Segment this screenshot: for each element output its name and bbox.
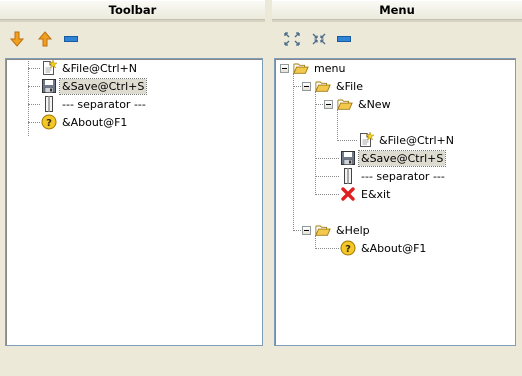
tree-node-label: &File	[336, 79, 363, 93]
tree-line	[28, 86, 40, 87]
tree-node-label: menu	[314, 61, 346, 75]
menu-panel-title: Menu	[272, 0, 522, 22]
tree-line	[315, 104, 323, 105]
tree-line	[315, 158, 339, 159]
tree-line	[28, 68, 40, 69]
menu-panel-tools	[272, 30, 522, 50]
tree-line	[293, 86, 301, 87]
floppy-disk-icon	[340, 150, 356, 166]
toolbar-item-save[interactable]: &Save@Ctrl+S	[41, 77, 148, 95]
tree-line	[293, 230, 301, 231]
tree-line	[315, 248, 339, 249]
new-file-icon	[41, 60, 57, 76]
toolbar-panel-title: Toolbar	[0, 0, 265, 22]
exit-icon	[340, 186, 356, 202]
tree-node-label: &Save@Ctrl+S	[357, 149, 447, 167]
tree-node-new-file[interactable]: &File@Ctrl+N	[358, 131, 456, 149]
remove-button[interactable]	[335, 30, 353, 48]
collapse-all-button[interactable]	[310, 30, 328, 48]
toolbar-tree[interactable]: &File@Ctrl+N &Save@Ctrl+S --- separator …	[5, 58, 263, 346]
collapse-toggle[interactable]	[302, 82, 311, 91]
tree-node-file[interactable]: &File	[315, 77, 365, 95]
expand-all-button[interactable]	[283, 30, 301, 48]
tree-node-save[interactable]: &Save@Ctrl+S	[340, 149, 447, 167]
floppy-disk-icon	[41, 78, 57, 94]
arrow-up-icon	[38, 31, 52, 47]
svg-text:?: ?	[345, 244, 351, 255]
svg-text:?: ?	[46, 118, 52, 129]
toolbar-item-about[interactable]: ? &About@F1	[41, 113, 129, 131]
tree-node-label: &New	[358, 97, 391, 111]
toolbar-item-separator[interactable]: --- separator ---	[41, 95, 148, 113]
toolbar-panel-tools	[0, 30, 265, 50]
toolbar-item-label: &Save@Ctrl+S	[58, 77, 148, 95]
tree-line	[28, 104, 40, 105]
tree-node-label: &File@Ctrl+N	[379, 133, 455, 147]
remove-button[interactable]	[62, 30, 80, 48]
arrow-down-icon	[10, 31, 24, 47]
tree-node-menu[interactable]: menu	[293, 59, 347, 77]
remove-icon	[64, 36, 78, 42]
menu-tree[interactable]: menu &File &New &File@Ctrl+N &Save@Ctrl+…	[274, 58, 516, 346]
toolbar-panel: Toolbar &File@Ctrl+N &Save@Ctrl+S --- se…	[0, 0, 265, 376]
collapse-toggle[interactable]	[302, 226, 311, 235]
tree-node-about[interactable]: ? &About@F1	[340, 239, 428, 257]
tree-line	[315, 91, 316, 195]
tree-node-help[interactable]: &Help	[315, 221, 372, 239]
collapse-all-icon	[312, 33, 326, 45]
tree-node-label: E&xit	[361, 187, 391, 201]
menu-panel: Menu menu &File &New &File@Ctrl+N &Save@…	[272, 0, 522, 376]
open-folder-icon	[337, 96, 353, 112]
separator-icon	[41, 96, 57, 112]
remove-icon	[337, 36, 351, 42]
tree-line	[315, 194, 339, 195]
tree-node-label: &Help	[336, 223, 370, 237]
separator-icon	[340, 168, 356, 184]
tree-node-label: &About@F1	[361, 241, 427, 255]
tree-line	[28, 59, 29, 136]
toolbar-item-label: &About@F1	[62, 115, 128, 129]
expand-all-icon	[284, 32, 300, 46]
help-icon: ?	[41, 114, 57, 130]
toolbar-item-label: &File@Ctrl+N	[62, 61, 138, 75]
tree-line	[337, 140, 357, 141]
toolbar-item-new-file[interactable]: &File@Ctrl+N	[41, 59, 139, 77]
move-down-button[interactable]	[8, 30, 26, 48]
tree-node-label: --- separator ---	[361, 169, 445, 183]
open-folder-icon	[315, 78, 331, 94]
new-file-icon	[358, 132, 374, 148]
collapse-toggle[interactable]	[280, 64, 289, 73]
help-icon: ?	[340, 240, 356, 256]
tree-node-exit[interactable]: E&xit	[340, 185, 392, 203]
tree-node-separator[interactable]: --- separator ---	[340, 167, 447, 185]
tree-line	[337, 109, 338, 141]
tree-line	[293, 73, 294, 231]
open-folder-icon	[293, 60, 309, 76]
tree-line	[28, 122, 40, 123]
tree-line	[315, 176, 339, 177]
move-up-button[interactable]	[36, 30, 54, 48]
toolbar-item-label: --- separator ---	[62, 97, 146, 111]
collapse-toggle[interactable]	[324, 100, 333, 109]
open-folder-icon	[315, 222, 331, 238]
tree-node-new[interactable]: &New	[337, 95, 393, 113]
